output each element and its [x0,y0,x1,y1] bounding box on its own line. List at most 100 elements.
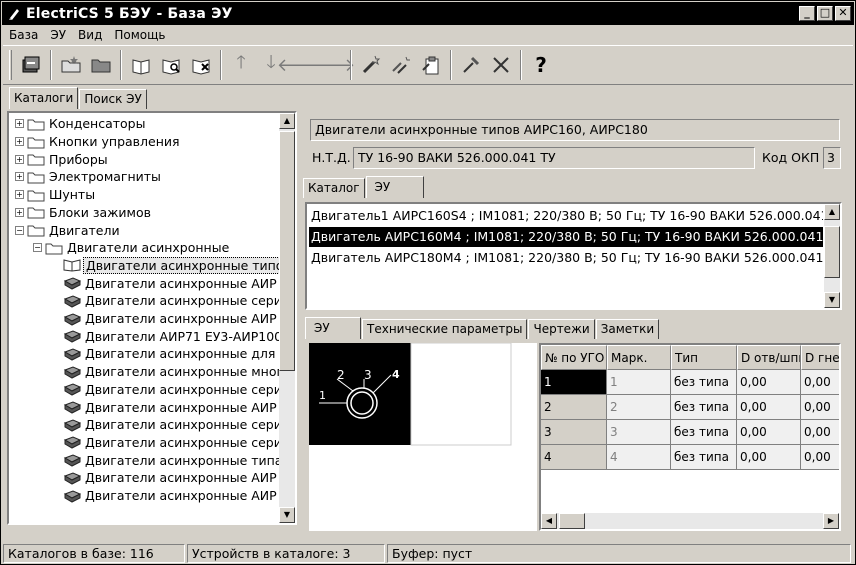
expand-icon[interactable]: + [15,119,24,129]
title-bar[interactable]: ElectriCS 5 БЭУ - База ЭУ _ □ ✕ [2,2,854,25]
grid-cell[interactable]: без типа [671,395,737,420]
tree-item[interactable]: Двигатели асинхронные АИР [51,469,279,487]
scroll-down-button[interactable]: ▼ [824,292,840,308]
help-icon[interactable]: ? [526,50,556,80]
arrow-up-icon[interactable]: 🡑 [226,50,256,80]
grid-cell[interactable]: 0,00 [801,395,839,420]
grid-cell[interactable]: без типа [671,445,737,470]
tools-cross-icon[interactable] [486,50,516,80]
tree-item[interactable]: + Приборы [15,150,110,168]
database-icon[interactable] [16,50,46,80]
folder-icon[interactable] [86,50,116,80]
catalog-name-field[interactable]: Двигатели асинхронные типов АИРС160, АИР… [310,119,840,141]
tab-eu[interactable]: ЭУ [365,176,424,198]
tree-item[interactable]: Двигатели асинхронные АИР [51,398,279,416]
expand-icon[interactable]: + [15,190,24,200]
tab-notes[interactable]: Заметки [595,319,660,339]
tree-item[interactable]: + Кнопки управления [15,133,182,151]
clipboard-icon[interactable] [416,50,446,80]
collapse-icon[interactable]: − [33,243,42,253]
grid-cell[interactable]: 0,00 [801,420,839,445]
scroll-right-button[interactable]: ▶ [823,513,839,529]
expand-icon[interactable]: + [15,207,24,217]
grid-cell[interactable]: 2 [541,395,607,420]
okp-field[interactable]: 3 [823,147,841,169]
arrow-right-icon[interactable]: 🡒 [307,50,355,80]
tree-item[interactable]: + Конденсаторы [15,115,147,133]
grid-cell[interactable]: без типа [671,370,737,395]
tab-search-eu[interactable]: Поиск ЭУ [79,89,147,109]
grid-header-cell[interactable]: Марк. [607,345,671,370]
delete-catalog-icon[interactable] [186,50,216,80]
menu-help[interactable]: Помощь [108,26,171,44]
expand-icon[interactable]: + [15,154,24,164]
tab-detail-eu[interactable]: ЭУ [305,317,361,339]
scroll-down-button[interactable]: ▼ [279,507,295,523]
tree-item[interactable]: + Блоки зажимов [15,204,153,222]
tree-item[interactable]: Двигатели асинхронные сери [51,381,284,399]
tree-item[interactable]: − Двигатели [15,221,122,239]
grid-cell[interactable]: 2 [607,395,671,420]
expand-icon[interactable]: + [15,172,24,182]
tree-item[interactable]: Двигатели асинхронные много [51,363,293,381]
tab-tech-params[interactable]: Технические параметры [362,319,528,339]
tab-catalog[interactable]: Каталог [303,178,365,198]
device-list-item[interactable]: Двигатель АИРС180M4 ; IM1081; 220/380 В;… [309,248,823,268]
scroll-thumb[interactable] [279,131,295,371]
tree-item[interactable]: Двигатели асинхронные сери [51,292,284,310]
device-list-item[interactable]: Двигатель АИРС160M4 ; IM1081; 220/380 В;… [309,227,823,247]
grid-cell[interactable]: 3 [541,420,607,445]
grid-cell[interactable]: 4 [607,445,671,470]
new-catalog-icon[interactable] [126,50,156,80]
tree-item[interactable]: Двигатели асинхронные типа [51,451,284,469]
toolbar-grip[interactable] [9,50,12,80]
tree-item[interactable]: Двигатели асинхронные сери [51,416,284,434]
new-folder-icon[interactable] [56,50,86,80]
scroll-left-button[interactable]: ◀ [541,513,557,529]
device-list-scrollbar[interactable]: ▲ ▼ [824,204,840,308]
tree-item[interactable]: Двигатели асинхронные сери [51,434,284,452]
grid-cell[interactable]: 0,00 [737,370,801,395]
grid-cell[interactable]: 4 [541,445,607,470]
wand-multi-icon[interactable] [386,50,416,80]
grid-cell[interactable]: 0,00 [737,395,801,420]
tree-item[interactable]: + Шунты [15,186,97,204]
grid-cell[interactable]: без типа [671,420,737,445]
tools-icon[interactable] [456,50,486,80]
tree-item[interactable]: Двигатели асинхронные АИР [51,310,279,328]
expand-icon[interactable]: + [15,137,24,147]
menu-eu[interactable]: ЭУ [44,26,72,44]
tree-item[interactable]: Двигатели АИР71 ЕУ3-АИР100 [51,327,284,345]
tree-scrollbar[interactable]: ▲ ▼ [279,113,295,523]
find-catalog-icon[interactable] [156,50,186,80]
grid-cell[interactable]: 0,00 [801,370,839,395]
tree-item[interactable]: Двигатели асинхронные для п [51,345,290,363]
menu-view[interactable]: Вид [72,26,108,44]
ntd-field[interactable]: ТУ 16-90 ВАКИ 526.000.041 ТУ [353,147,755,169]
grid-cell[interactable]: 3 [607,420,671,445]
grid-header-cell[interactable]: Тип [671,345,737,370]
grid-cell[interactable]: 1 [541,370,607,395]
grid-cell[interactable]: 0,00 [737,445,801,470]
device-list-item[interactable]: Двигатель1 АИРС160S4 ; IM1081; 220/380 В… [309,206,823,226]
close-button[interactable]: ✕ [835,6,851,21]
grid-header-cell[interactable]: № по УГО [541,345,607,370]
scroll-thumb[interactable] [559,513,585,529]
tab-catalogs[interactable]: Каталоги [9,87,79,109]
wand-icon[interactable] [356,50,386,80]
tree-item[interactable]: Двигатели асинхронные АИР [51,487,279,505]
menu-baza[interactable]: База [3,26,44,44]
tree-item[interactable]: − Двигатели асинхронные [33,239,231,257]
scroll-up-button[interactable]: ▲ [279,113,295,129]
maximize-button[interactable]: □ [817,6,833,21]
tree-item[interactable]: Двигатели асинхронные АИР [51,274,279,292]
tab-drawings[interactable]: Чертежи [528,319,595,339]
grid-cell[interactable]: 1 [607,370,671,395]
collapse-icon[interactable]: − [15,225,24,235]
minimize-button[interactable]: _ [799,6,815,21]
grid-header-cell[interactable]: D отв/шпил [737,345,801,370]
scroll-thumb[interactable] [824,226,840,278]
scroll-up-button[interactable]: ▲ [824,204,840,220]
grid-cell[interactable]: 0,00 [801,445,839,470]
grid-header-cell[interactable]: D гне [801,345,839,370]
